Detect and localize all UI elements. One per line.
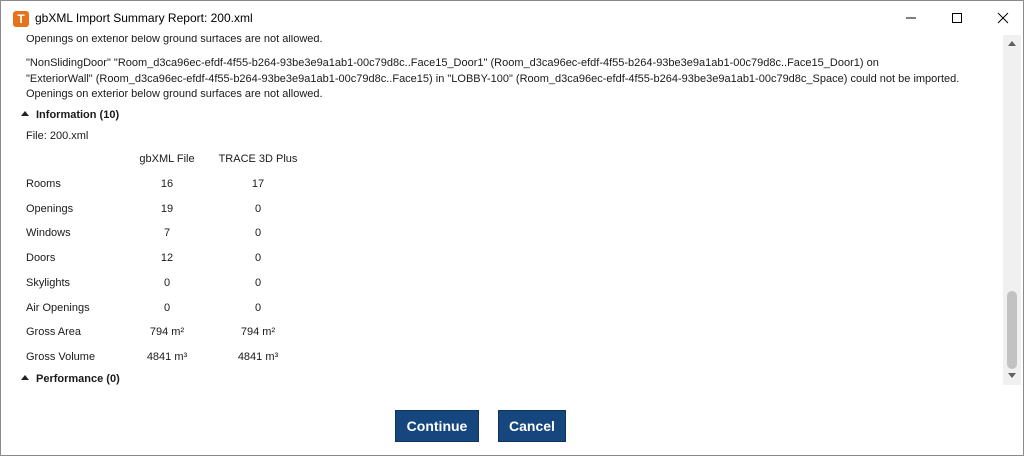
trace-value: 4841 m³ (237, 351, 279, 363)
trace-value: 0 (254, 203, 262, 215)
scrollbar-thumb[interactable] (1007, 291, 1017, 369)
scroll-up-button[interactable] (1003, 35, 1021, 52)
gbxml-value: 7 (163, 227, 171, 239)
message-line: "ExteriorWall" (Room_d3ca96ec-efdf-4f55-… (26, 73, 960, 85)
row-label: Gross Volume (26, 351, 96, 363)
performance-header-label: Performance (0) (36, 373, 120, 385)
performance-section-header[interactable]: Performance (0) (21, 371, 120, 385)
gbxml-value: 12 (160, 252, 174, 264)
trace-value: 0 (254, 227, 262, 239)
scroll-down-button[interactable] (1003, 368, 1021, 385)
import-summary-window: T gbXML Import Summary Report: 200.xml O… (0, 0, 1024, 456)
vertical-scrollbar[interactable] (1003, 35, 1021, 385)
row-label: Rooms (26, 178, 61, 190)
collapse-triangle-icon (21, 375, 29, 380)
message-line: "NonSlidingDoor" "Room_d3ca96ec-efdf-4f5… (26, 57, 879, 69)
gbxml-value: 19 (160, 203, 174, 215)
gbxml-value: 794 m² (149, 326, 185, 338)
file-label: File: 200.xml (26, 130, 89, 142)
gbxml-value: 16 (160, 178, 174, 190)
close-icon (997, 12, 1009, 24)
row-label: Doors (26, 252, 56, 264)
app-icon: T (13, 11, 29, 27)
continue-button[interactable]: Continue (395, 410, 479, 442)
trace-value: 0 (254, 302, 262, 314)
trace-value: 0 (254, 277, 262, 289)
column-header-trace: TRACE 3D Plus (218, 153, 298, 165)
row-label: Air Openings (26, 302, 90, 314)
trace-value: 17 (251, 178, 265, 190)
close-button[interactable] (980, 1, 1024, 35)
chevron-down-icon (1008, 373, 1016, 378)
cancel-button[interactable]: Cancel (498, 410, 566, 442)
gbxml-value: 0 (163, 302, 171, 314)
window-title: gbXML Import Summary Report: 200.xml (35, 11, 253, 25)
gbxml-value: 4841 m³ (146, 351, 188, 363)
minimize-icon (906, 17, 916, 19)
information-header-label: Information (10) (36, 109, 120, 121)
report-content: Openings on exterior below ground surfac… (1, 35, 1003, 385)
column-header-gbxml: gbXML File (139, 153, 195, 165)
gbxml-value: 0 (163, 277, 171, 289)
information-section-header[interactable]: Information (10) (21, 107, 119, 123)
message-line: Openings on exterior below ground surfac… (26, 35, 323, 45)
minimize-button[interactable] (888, 1, 934, 35)
maximize-icon (952, 13, 962, 23)
collapse-triangle-icon (21, 111, 29, 116)
title-bar: T gbXML Import Summary Report: 200.xml (1, 1, 1023, 35)
trace-value: 794 m² (240, 326, 276, 338)
trace-value: 0 (254, 252, 262, 264)
row-label: Skylights (26, 277, 71, 289)
message-line: Openings on exterior below ground surfac… (26, 88, 323, 100)
maximize-button[interactable] (934, 1, 980, 35)
chevron-up-icon (1008, 41, 1016, 46)
row-label: Openings (26, 203, 74, 215)
dialog-footer: Continue Cancel (1, 385, 1023, 455)
row-label: Windows (26, 227, 71, 239)
row-label: Gross Area (26, 326, 82, 338)
